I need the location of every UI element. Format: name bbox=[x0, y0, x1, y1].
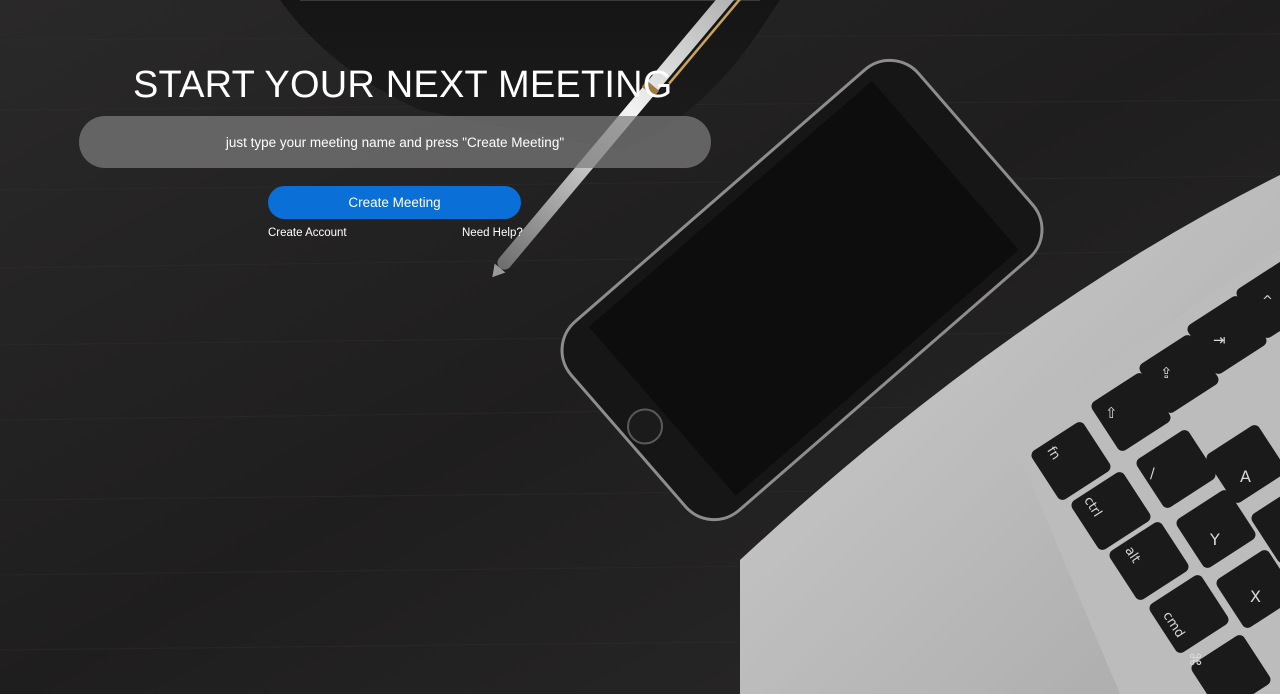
create-meeting-button[interactable]: Create Meeting bbox=[268, 186, 521, 219]
svg-text:⌘: ⌘ bbox=[1188, 651, 1203, 669]
meeting-name-input[interactable] bbox=[79, 116, 711, 168]
page-title: START YOUR NEXT MEETING bbox=[133, 64, 673, 106]
landing-page: fn ctrl alt cmd A Y X ⇧ ⇪ ⇥ ^ ⌘ / START … bbox=[0, 0, 1280, 694]
svg-text:^: ^ bbox=[1262, 294, 1273, 309]
need-help-link[interactable]: Need Help? bbox=[462, 227, 523, 239]
svg-text:⇪: ⇪ bbox=[1160, 364, 1173, 382]
svg-text:X: X bbox=[1250, 587, 1261, 606]
create-account-link[interactable]: Create Account bbox=[268, 227, 347, 239]
svg-text:A: A bbox=[1240, 467, 1251, 486]
svg-text:⇧: ⇧ bbox=[1105, 404, 1118, 422]
svg-text:/: / bbox=[1150, 466, 1155, 482]
svg-text:Y: Y bbox=[1209, 530, 1220, 549]
svg-text:⇥: ⇥ bbox=[1213, 331, 1226, 349]
